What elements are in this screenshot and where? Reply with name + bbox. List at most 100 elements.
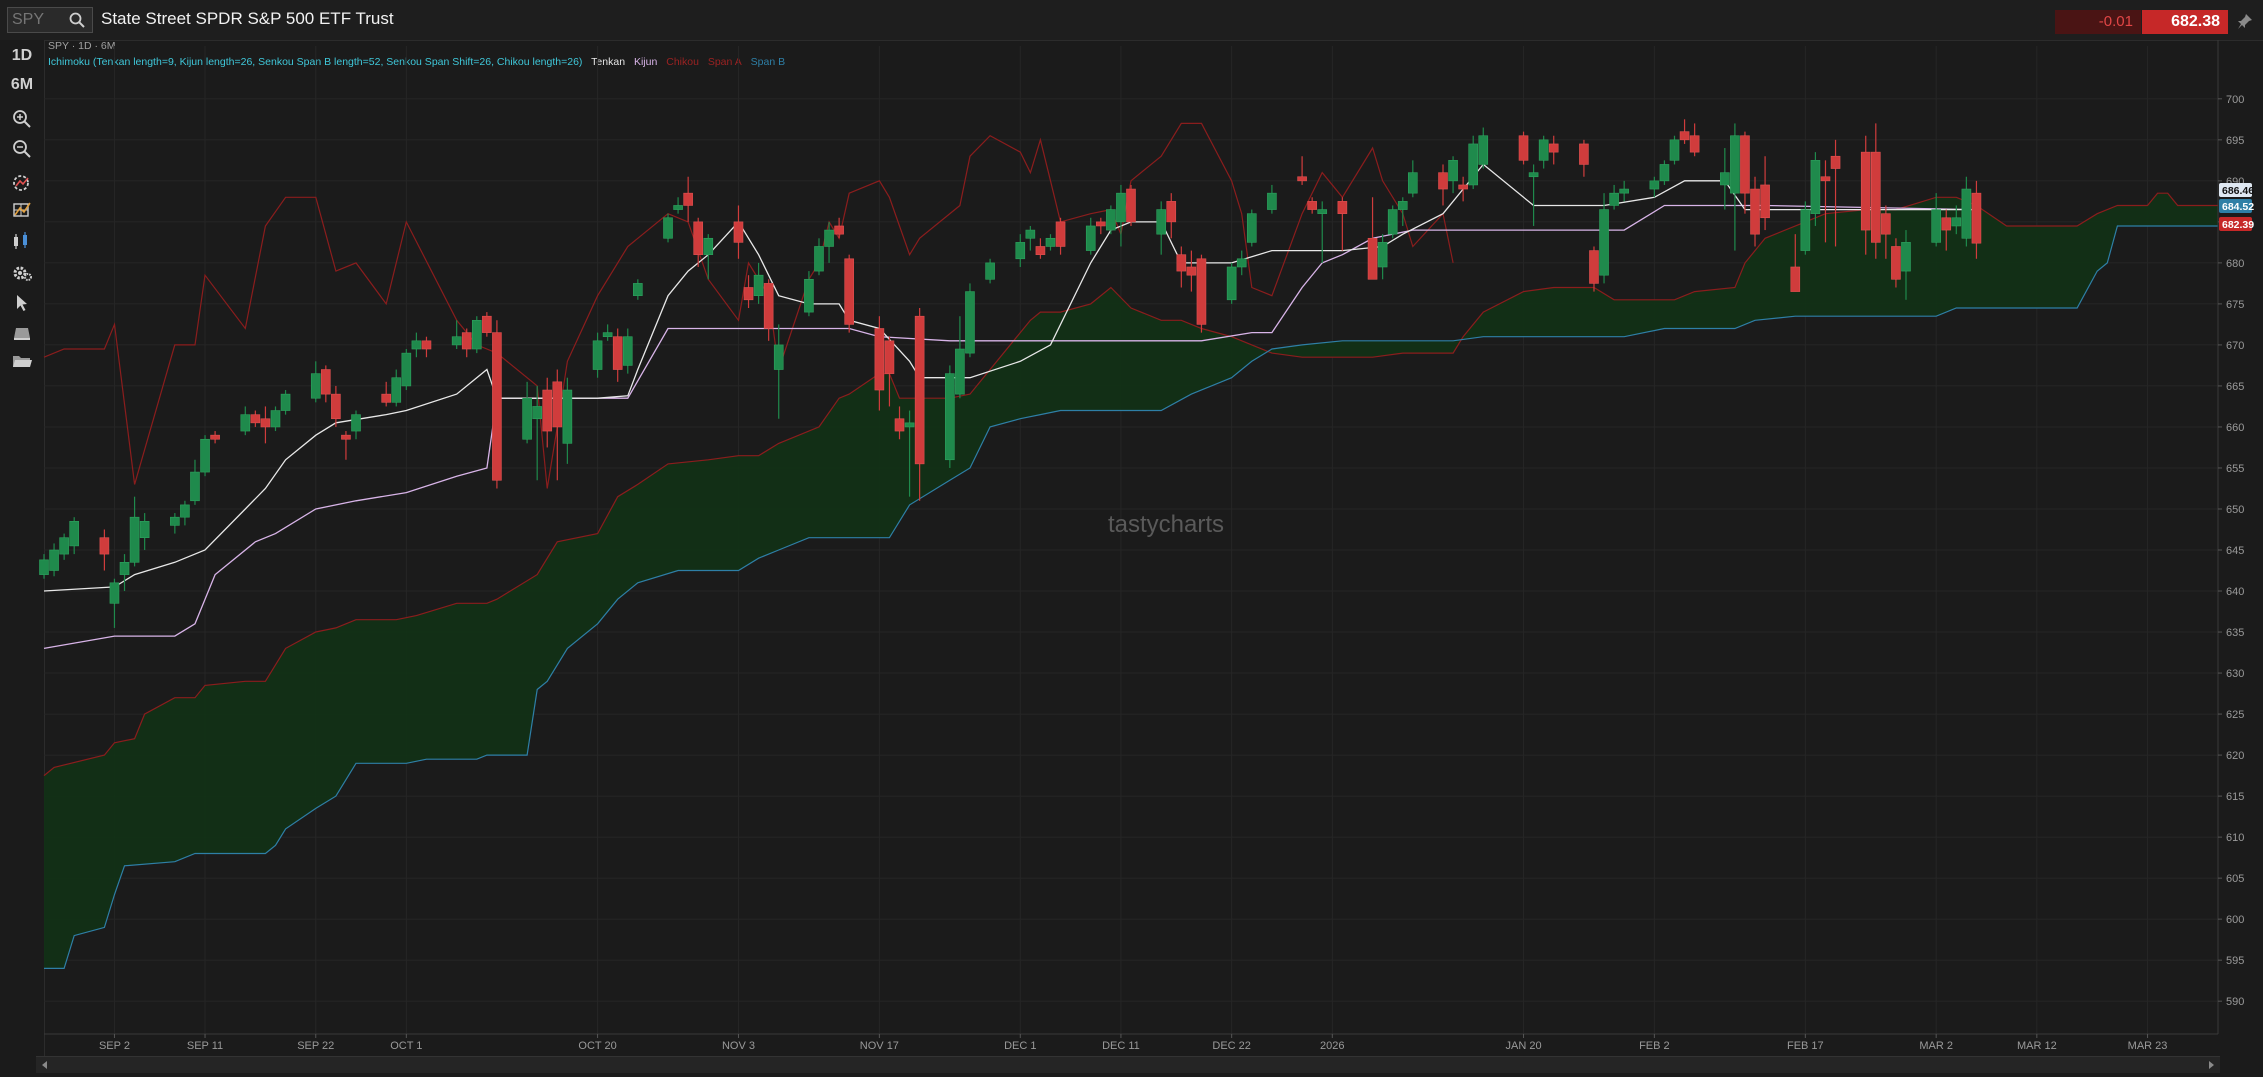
candle-body: [894, 418, 905, 432]
candle-body: [633, 283, 643, 296]
x-tick-label: SEP 2: [99, 1040, 130, 1052]
candle-body: [763, 283, 774, 329]
y-tick-label: 630: [2226, 668, 2244, 680]
candle-body: [1035, 246, 1046, 255]
candle-body: [884, 340, 895, 374]
candle-body: [1025, 229, 1036, 239]
y-tick-label: 590: [2226, 996, 2244, 1008]
candle-body: [874, 328, 885, 391]
candle-body: [482, 315, 492, 333]
candle-body: [1870, 151, 1881, 243]
chart-scrollbar[interactable]: [36, 1056, 2220, 1073]
candle-body: [1659, 164, 1670, 182]
candle-body: [914, 315, 925, 465]
y-tick-label: 665: [2226, 381, 2244, 393]
candle-body: [945, 373, 955, 461]
candle-body: [1096, 221, 1106, 227]
y-tick-label: 615: [2226, 791, 2244, 803]
candle-body: [1518, 135, 1529, 161]
candle-body: [542, 389, 553, 432]
x-tick-label: MAR 2: [1919, 1040, 1953, 1052]
candle-body: [351, 414, 361, 432]
candle-body: [693, 221, 704, 255]
candle-body: [180, 504, 190, 518]
candle-body: [1468, 143, 1479, 186]
candle-body: [1045, 237, 1056, 247]
x-tick-label: 2026: [1320, 1040, 1344, 1052]
candle-body: [844, 258, 854, 325]
x-tick-label: DEC 1: [1004, 1040, 1036, 1052]
candle-body: [492, 332, 502, 481]
candle-body: [562, 389, 573, 444]
candle-body: [190, 471, 200, 502]
candle-body: [1317, 209, 1328, 214]
candle-body: [139, 520, 150, 538]
candle-body: [1267, 192, 1277, 210]
y-tick-label: 695: [2226, 135, 2244, 147]
candle-body: [1166, 201, 1177, 223]
x-tick-label: FEB 2: [1639, 1040, 1670, 1052]
price-tags: 686.46 684.52 682.39: [2219, 183, 2254, 231]
x-tick-label: NOV 3: [722, 1040, 755, 1052]
candle-body: [804, 278, 814, 313]
candle-body: [1448, 160, 1458, 182]
y-tick-label: 700: [2226, 94, 2244, 106]
candle-body: [1619, 188, 1629, 194]
candle-body: [1176, 254, 1187, 272]
candle-body: [1397, 201, 1408, 210]
candle-body: [904, 422, 915, 428]
candle-body: [69, 520, 79, 547]
scroll-right-arrow-icon[interactable]: [2206, 1060, 2216, 1070]
candle-body: [663, 217, 673, 239]
candle-body: [1055, 221, 1066, 247]
candle-body: [1730, 135, 1740, 194]
candle-body: [1820, 176, 1831, 182]
candle-body: [1307, 201, 1317, 210]
candle-body: [1196, 258, 1207, 325]
candle-body: [602, 332, 613, 338]
candle-body: [1538, 139, 1549, 161]
candle-body: [1126, 188, 1136, 223]
candle-body: [99, 537, 110, 555]
candle-body: [683, 192, 693, 206]
candle-body: [1236, 258, 1247, 268]
price-chart[interactable]: tastycharts 590 595 600 605 610 615 620 625 630 6…: [0, 0, 2263, 1056]
candle-body: [703, 237, 714, 255]
candle-body: [1830, 155, 1841, 169]
y-tick-label: 635: [2226, 627, 2244, 639]
scroll-left-arrow-icon[interactable]: [40, 1060, 50, 1070]
x-tick-label: FEB 17: [1787, 1040, 1824, 1052]
candle-body: [1337, 201, 1348, 214]
candle-body: [1458, 184, 1468, 190]
time-axis[interactable]: SEP 2 SEP 11 SEP 22 OCT 1 OCT 20 NOV 3 NOV 17 D…: [44, 1033, 2218, 1052]
candle-body: [1740, 135, 1750, 194]
y-tick-label: 610: [2226, 832, 2244, 844]
candle-body: [1116, 192, 1126, 223]
candle-body: [1528, 172, 1539, 178]
candle-body: [170, 516, 180, 526]
candle-body: [814, 246, 824, 272]
candle-body: [834, 225, 844, 235]
candle-body: [1377, 242, 1388, 268]
candle-body: [49, 549, 59, 571]
candle-body: [1387, 209, 1398, 235]
y-tick-label: 680: [2226, 258, 2244, 270]
candle-body: [1891, 246, 1901, 280]
candle-body: [240, 414, 251, 432]
candle-body: [622, 336, 633, 366]
candle-body: [1971, 192, 1982, 244]
watermark: tastycharts: [1108, 511, 1224, 538]
candle-body: [1589, 250, 1599, 284]
candle-body: [1961, 188, 1972, 239]
candle-body: [401, 352, 412, 387]
candle-body: [743, 287, 754, 301]
candle-body: [733, 221, 744, 243]
candle-body: [1408, 172, 1418, 194]
candle-body: [1931, 209, 1941, 243]
candle-body: [59, 537, 69, 555]
candle-body: [1156, 209, 1166, 235]
x-tick-label: JAN 20: [1505, 1040, 1541, 1052]
y-tick-label: 655: [2226, 463, 2244, 475]
candle-body: [280, 393, 291, 411]
candle-body: [109, 582, 120, 604]
